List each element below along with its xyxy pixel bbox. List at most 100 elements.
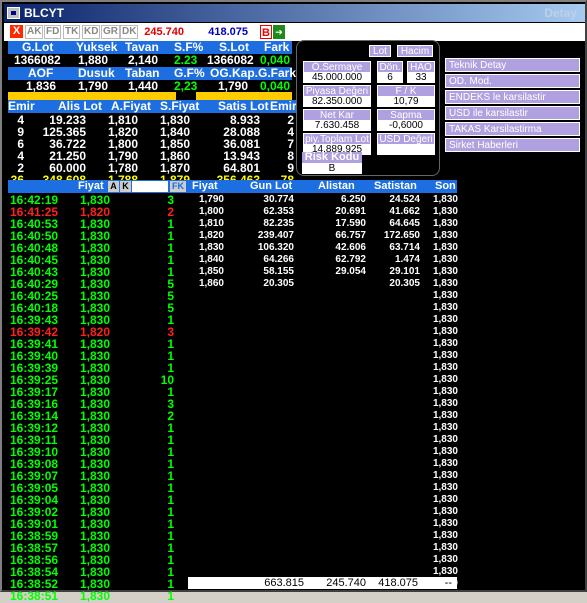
tab-tk[interactable]: TK xyxy=(63,25,81,39)
son-value: 1,830 xyxy=(432,494,458,505)
lot-tab[interactable]: Lot xyxy=(369,45,391,57)
price-level-cell: 1,840 xyxy=(198,254,224,265)
son-value: 1,830 xyxy=(432,482,458,493)
tab-ak[interactable]: AK xyxy=(25,25,44,39)
price-level-cell: 20.691 xyxy=(335,206,366,217)
total-buy-volume: 245.740 xyxy=(144,26,184,38)
depth-header: Emir Alis Lot A.Fiyat S.Fiyat Satis Lot … xyxy=(8,100,298,113)
son-value: 1,830 xyxy=(432,542,458,553)
close-icon[interactable]: X xyxy=(10,25,23,38)
menu-od-mod[interactable]: OD. Mod. xyxy=(445,74,580,88)
price-level-cell: 64.645 xyxy=(389,218,420,229)
son-value: 1,830 xyxy=(432,338,458,349)
price-level-cell: 30.774 xyxy=(263,194,294,205)
son-value: 1,830 xyxy=(432,206,458,217)
alistan-header: Alistan xyxy=(318,180,355,192)
sapma-value: -0,6000 xyxy=(377,121,435,131)
son-value: 1,830 xyxy=(432,554,458,565)
piyasa-degeri-value: 82.350.000 xyxy=(303,97,371,107)
son-value: 1,830 xyxy=(432,518,458,529)
price-level-cell: 58.155 xyxy=(263,266,294,277)
price-level-cell: 29.101 xyxy=(389,266,420,277)
satistan-header: Satistan xyxy=(374,180,417,192)
tab-fd[interactable]: FD xyxy=(44,25,62,39)
price-level-cell: 17.590 xyxy=(335,218,366,229)
tab-gr[interactable]: GR xyxy=(101,25,120,39)
net-kar-value: 7.630.458 xyxy=(303,121,371,131)
trades-header: Fiyat A K FK Fiyat Gun Lot Alistan Satis… xyxy=(8,180,457,193)
filter-a-button[interactable]: A xyxy=(108,181,119,192)
sfiyat-header: S.Fiyat xyxy=(160,99,200,113)
price-level-cell: 1.474 xyxy=(394,254,420,265)
price-level-cell: 1,850 xyxy=(198,266,224,277)
son-value: 1,830 xyxy=(432,374,458,385)
fk-value: 10,79 xyxy=(377,97,435,107)
title-bar[interactable]: BLCYT Detay xyxy=(4,4,585,22)
son-value: 1,830 xyxy=(432,278,458,289)
menu-usd-karsilastir[interactable]: USD ile karsilastir xyxy=(445,106,580,120)
price-level-cell: 1,830 xyxy=(198,242,224,253)
menu-takas-karsilastirma[interactable]: TAKAS Karsilastirma xyxy=(445,122,580,136)
price-level-cell: 1,860 xyxy=(198,278,224,289)
price-level-row: 1,850 58.155 29.054 29.101 xyxy=(188,266,433,278)
gun-lot-header: Gun Lot xyxy=(250,180,293,192)
son-value: 1,830 xyxy=(432,470,458,481)
price-level-cell: 29.054 xyxy=(335,266,366,277)
price-level-cell: 62.792 xyxy=(335,254,366,265)
emir-sell-header: Emir xyxy=(270,99,297,113)
window-title: BLCYT xyxy=(24,6,64,20)
trade-price-header: Fiyat xyxy=(78,180,104,192)
level-price-header: Fiyat xyxy=(192,180,218,192)
price-level-cell: 62.353 xyxy=(263,206,294,217)
price-level-cell: 20.305 xyxy=(389,278,420,289)
risk-code-value: B xyxy=(328,163,336,174)
price-level-row: 1,810 82.235 17.590 64.645 xyxy=(188,218,433,230)
price-level-row: 1,790 30.774 6.250 24.524 xyxy=(188,194,433,206)
price-level-cell: 1,800 xyxy=(198,206,224,217)
risk-code-box: Risk Kodu B xyxy=(302,152,362,174)
son-value: 1,830 xyxy=(432,398,458,409)
son-value: 1,830 xyxy=(432,194,458,205)
arrow-right-icon[interactable]: ➔ xyxy=(273,25,285,39)
price-level-cell: 20.305 xyxy=(263,278,294,289)
tab-kd[interactable]: KD xyxy=(82,25,101,39)
emir-buy-header: Emir xyxy=(8,99,35,113)
menu-endeks-karsilastir[interactable]: ENDEKS le karsilastir xyxy=(445,90,580,104)
menu-teknik-detay[interactable]: Teknik Detay xyxy=(445,58,580,72)
buy-button[interactable]: B xyxy=(260,25,272,39)
son-value: 1,830 xyxy=(432,410,458,421)
son-value: 1,830 xyxy=(432,314,458,325)
price-level-cell: 64.266 xyxy=(263,254,294,265)
total-alistan: 245.740 xyxy=(326,577,366,589)
filter-input[interactable] xyxy=(132,181,168,192)
son-header: Son xyxy=(435,180,456,192)
son-value: 1,830 xyxy=(432,302,458,313)
tab-dk[interactable]: DK xyxy=(120,25,139,39)
son-value: 1,830 xyxy=(432,350,458,361)
son-value: 1,830 xyxy=(432,386,458,397)
hao-value: 33 xyxy=(407,73,435,83)
risk-code-label: Risk Kodu xyxy=(302,152,362,163)
hacim-tab[interactable]: Hacim xyxy=(397,45,433,57)
price-level-row: 1,820 239.407 66.757 172.650 xyxy=(188,230,433,242)
filter-k-button[interactable]: K xyxy=(120,181,131,192)
app-icon xyxy=(7,7,20,19)
satis-lot-header: Satis Lot xyxy=(218,99,269,113)
son-value: 1,830 xyxy=(432,218,458,229)
detail-label[interactable]: Detay xyxy=(544,6,577,20)
son-value: 1,830 xyxy=(432,434,458,445)
son-value: 1,830 xyxy=(432,290,458,301)
price-level-cell: 24.524 xyxy=(389,194,420,205)
son-value: 1,830 xyxy=(432,446,458,457)
fk-button[interactable]: FK xyxy=(170,181,186,192)
price-level-cell: 1,820 xyxy=(198,230,224,241)
toolbar: X AK FD TK KD GR DK 245.740 418.075 B ➔ xyxy=(4,23,585,41)
price-level-cell: 1,810 xyxy=(198,218,224,229)
son-value: 1,830 xyxy=(432,254,458,265)
donem-value: 6 xyxy=(377,73,403,83)
son-value: 1,830 xyxy=(432,530,458,541)
total-gun-lot: 663.815 xyxy=(264,577,304,589)
menu-sirket-haberleri[interactable]: Sirket Haberleri xyxy=(445,138,580,152)
usd-degeri-value xyxy=(377,145,435,155)
price-level-cell: 82.235 xyxy=(263,218,294,229)
